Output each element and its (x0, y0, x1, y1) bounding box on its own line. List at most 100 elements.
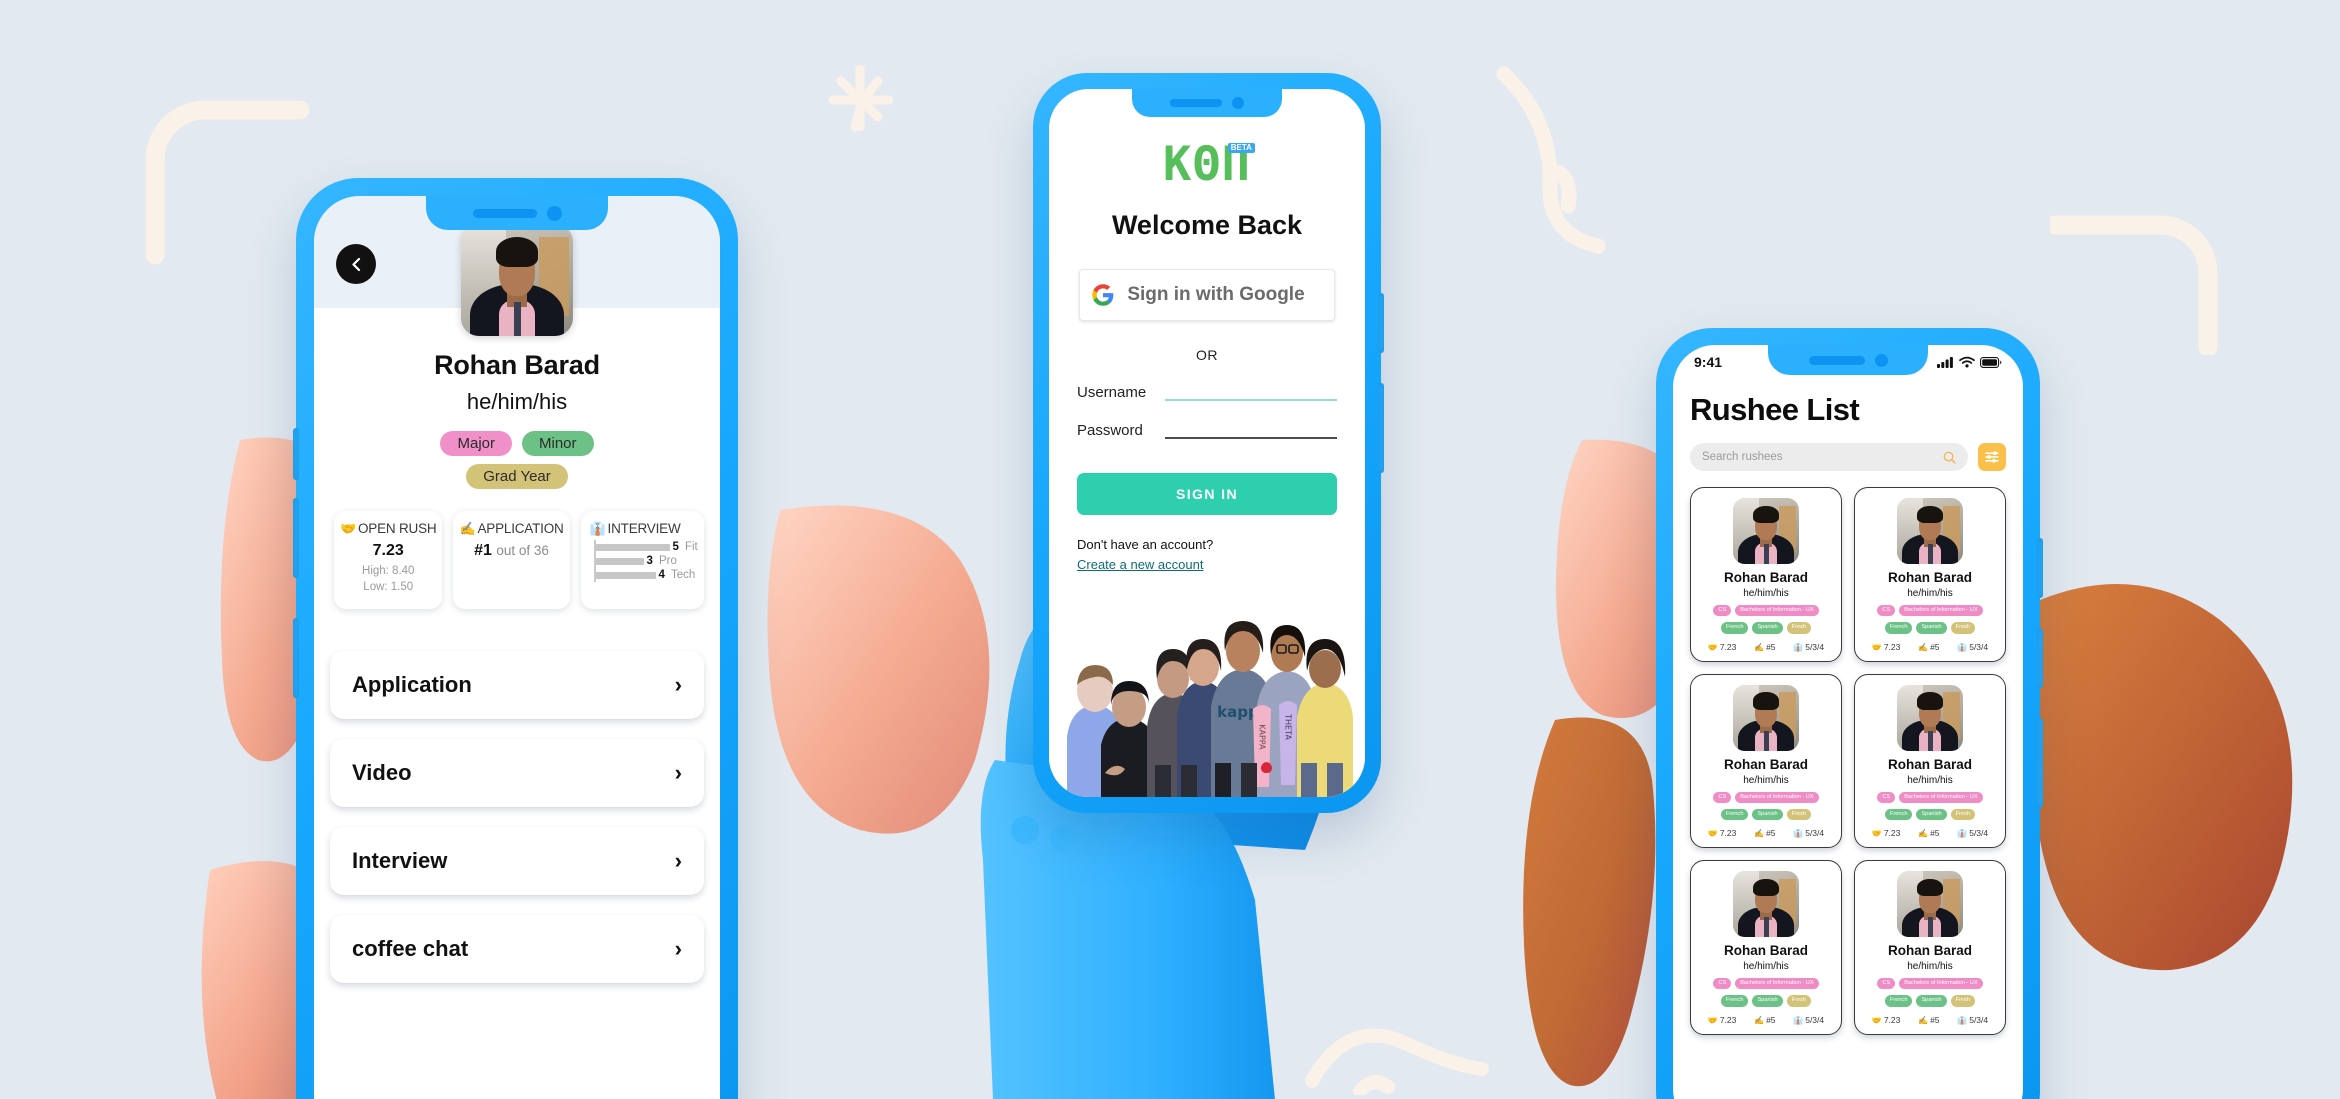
menu-item-interview[interactable]: Interview › (330, 827, 704, 896)
rushee-metric: 👔 5/3/4 (1793, 1015, 1824, 1025)
rushee-name: Rohan Barad (1887, 943, 1972, 959)
rushee-tag: Bachelors of Information - UX (1735, 978, 1819, 990)
phone-center-volume-up[interactable] (1378, 293, 1384, 353)
rushee-card-grid: Rohan Barad he/him/his CS Bachelors of Info… (1690, 487, 2006, 1035)
rushee-metric-row: 🤝 7.23 ✍️ #5 👔 5/3/4 (1863, 642, 1997, 652)
google-icon (1080, 284, 1126, 306)
rushee-metric: 🤝 7.23 (1708, 1015, 1737, 1025)
paddle-kappa-text: KAPPA (1258, 724, 1267, 750)
metric-icon: 👔 (1957, 829, 1968, 839)
bar-row-tech: 4 Tech (595, 568, 698, 582)
handshake-icon: 🤝 (340, 521, 356, 536)
rushee-tag: Spanish (1916, 622, 1947, 634)
stat-open-rush-low: Low: 1.50 (363, 580, 414, 593)
rushee-avatar (1733, 498, 1799, 564)
rushee-pronouns: he/him/his (1743, 588, 1789, 599)
username-label: Username (1077, 384, 1147, 401)
profile-stats-row: 🤝 OPEN RUSH 7.23 High: 8.40 Low: 1.50 ✍️ AP… (332, 511, 704, 619)
phone-right-notch (1768, 345, 1928, 375)
back-button[interactable] (336, 244, 376, 284)
phone-center-notch (1132, 89, 1282, 117)
rushee-metric-row: 🤝 7.23 ✍️ #5 👔 5/3/4 (1699, 642, 1833, 652)
rushee-tag-row: French Spanish Fresh (1863, 808, 1997, 821)
metric-value: 5/3/4 (1805, 1014, 1825, 1025)
rushee-tag: CS (1877, 791, 1896, 803)
rushee-tag: French (1885, 808, 1913, 821)
metric-icon: 👔 (1793, 1015, 1804, 1025)
cellular-signal-icon (1937, 357, 1953, 368)
metric-icon: 🤝 (1871, 1015, 1882, 1025)
rushee-pronouns: he/him/his (1907, 961, 1953, 973)
google-signin-button[interactable]: Sign in with Google (1079, 269, 1335, 321)
metric-value: 5/3/4 (1969, 1014, 1989, 1025)
divider-or: OR (1196, 347, 1218, 363)
username-input[interactable] (1165, 381, 1337, 401)
phone-left-volume-down[interactable] (293, 498, 299, 578)
hand-right-brown-lower (2020, 560, 2320, 985)
rushee-card[interactable]: Rohan Barad he/him/his CS Bachelors of Info… (1854, 673, 2006, 849)
metric-value: #5 (1766, 1014, 1776, 1025)
metric-value: 7.23 (1719, 641, 1737, 652)
deco-curve-top-right (1490, 60, 1620, 270)
rushee-tag: Spanish (1752, 995, 1783, 1007)
metric-value: 5/3/4 (1805, 641, 1825, 652)
rushee-card[interactable]: Rohan Barad he/him/his CS Bachelors of Info… (1690, 860, 1842, 1035)
phone-left-power[interactable] (293, 618, 299, 698)
phone-left-volume-up[interactable] (293, 428, 299, 480)
filter-button[interactable] (1978, 443, 2006, 471)
metric-icon: ✍️ (1918, 642, 1929, 652)
rushee-tag: CS (1713, 605, 1732, 617)
menu-item-video[interactable]: Video › (330, 739, 704, 808)
chip-minor[interactable]: Minor (522, 431, 594, 456)
sign-in-button[interactable]: SIGN IN (1077, 473, 1337, 515)
chip-grad-year[interactable]: Grad Year (466, 464, 568, 489)
phone-right-volume-down[interactable] (2037, 628, 2043, 688)
rushee-tag-row: French Spanish Fresh (1699, 808, 1833, 821)
app-logo: ΚΘΠ BETA (1077, 141, 1337, 188)
rushee-metric: ✍️ #5 (1918, 1015, 1939, 1025)
stat-interview-title: 👔 INTERVIEW (589, 521, 681, 536)
create-account-link[interactable]: Create a new account (1077, 557, 1203, 572)
stat-card-interview[interactable]: 👔 INTERVIEW 5 Fit 3 Pro 4 Tech (580, 511, 704, 610)
phone-right-volume-up[interactable] (2037, 538, 2043, 598)
chevron-right-icon: › (674, 936, 682, 962)
menu-item-coffee-chat[interactable]: coffee chat › (330, 915, 704, 984)
search-input[interactable]: Search rushees (1690, 443, 1968, 471)
rushee-name: Rohan Barad (1887, 756, 1972, 772)
rushee-card[interactable]: Rohan Barad he/him/his CS Bachelors of Info… (1854, 860, 2006, 1035)
rushee-metric: 👔 5/3/4 (1957, 642, 1988, 652)
rushee-card[interactable]: Rohan Barad he/him/his CS Bachelors of Info… (1690, 673, 1842, 849)
chip-major[interactable]: Major (440, 431, 512, 456)
rushee-tag: Fresh (1950, 995, 1975, 1007)
stat-application-rank: #1 (474, 542, 492, 559)
rushee-tag: French (1721, 995, 1749, 1007)
no-account-text: Don't have an account? (1077, 537, 1214, 552)
rushee-card[interactable]: Rohan Barad he/him/his CS Bachelors of Info… (1854, 487, 2006, 662)
rushee-card[interactable]: Rohan Barad he/him/his CS Bachelors of Info… (1690, 487, 1842, 662)
battery-icon (1980, 356, 2002, 368)
password-input[interactable] (1165, 419, 1337, 439)
rushee-metric: 🤝 7.23 (1872, 828, 1901, 838)
metric-value: 7.23 (1883, 641, 1901, 652)
bar-row-pro: 3 Pro (595, 554, 698, 568)
hand-right-brown-upper (1500, 695, 1680, 1099)
rushee-tag-row: CS Bachelors of Information - UX (1699, 978, 1833, 990)
phone-left-notch (426, 196, 608, 230)
phone-center-signin: ΚΘΠ BETA Welcome Back Sign in with Googl… (1033, 73, 1384, 813)
stat-open-rush-title: 🤝 OPEN RUSH (340, 521, 437, 536)
stat-card-application[interactable]: ✍️ APPLICATION #1 out of 36 (453, 511, 570, 610)
rushee-metric-row: 🤝 7.23 ✍️ #5 👔 5/3/4 (1863, 1015, 1997, 1025)
phone-center-power[interactable] (1378, 383, 1384, 473)
username-field-row: Username (1077, 381, 1337, 401)
menu-item-application[interactable]: Application › (330, 651, 704, 720)
stat-card-open-rush[interactable]: 🤝 OPEN RUSH 7.23 High: 8.40 Low: 1.50 (334, 511, 443, 610)
rushee-pronouns: he/him/his (1743, 961, 1789, 973)
rushee-tag: Fresh (1950, 622, 1975, 634)
writing-hand-icon: ✍️ (459, 521, 476, 536)
phone-right-power[interactable] (2037, 718, 2043, 808)
metric-value: 5/3/4 (1969, 828, 1989, 839)
rushee-pronouns: he/him/his (1743, 774, 1789, 786)
profile-pronouns: he/him/his (466, 389, 568, 414)
metric-value: #5 (1930, 1014, 1940, 1025)
rushee-name: Rohan Barad (1887, 570, 1972, 585)
